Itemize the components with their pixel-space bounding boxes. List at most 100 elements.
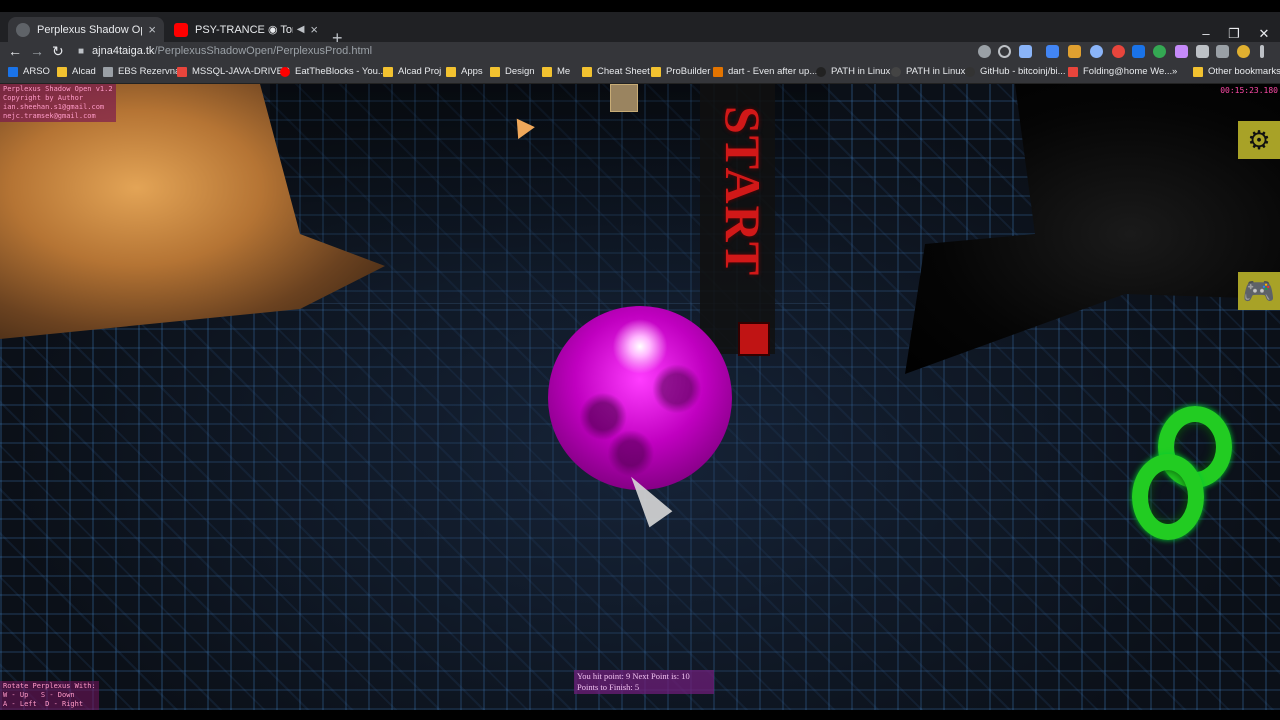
start-marker [738, 322, 770, 356]
folder-icon [651, 66, 661, 77]
media-icon[interactable] [1216, 45, 1229, 58]
void-backdrop [905, 84, 1280, 374]
bookmark-item[interactable]: ProBuilder [651, 66, 710, 77]
tab-strip: Perplexus Shadow Open 3D Web × PSY-TRANC… [0, 12, 1280, 48]
screen-bottom-border [0, 710, 1280, 720]
green-ring [1132, 454, 1204, 540]
gamepad-icon: 🎮 [1242, 275, 1276, 306]
folder-icon [490, 66, 500, 77]
screen-top-border [0, 0, 1280, 12]
star-icon[interactable] [1019, 45, 1032, 58]
tab-close-icon[interactable]: × [148, 22, 156, 37]
game-canvas[interactable]: START ⚙ 🎮 Perplexus Shadow Open v1.2 Cop… [0, 84, 1280, 710]
extension-icon[interactable] [1132, 45, 1145, 58]
bookmark-item[interactable]: Alcad [57, 66, 96, 77]
folder-icon [582, 66, 592, 77]
key-icon[interactable] [978, 45, 991, 58]
bookmark-item[interactable]: Me [542, 66, 570, 77]
site-icon [816, 66, 826, 77]
youtube-icon [280, 66, 290, 77]
bookmark-label: Other bookmarks [1208, 66, 1280, 77]
bookmark-label: Apps [461, 66, 483, 77]
other-bookmarks[interactable]: Other bookmarks [1193, 66, 1280, 77]
controls-button[interactable]: 🎮 [1238, 272, 1280, 310]
tab-close-icon[interactable]: × [310, 22, 318, 37]
game-timer: 00:15:23.180 [1220, 86, 1278, 95]
bookmark-label: ARSO [23, 66, 50, 77]
extension-icon[interactable] [1153, 45, 1166, 58]
credits-line: Perplexus Shadow Open v1.2 [3, 85, 113, 93]
puzzle-icon[interactable] [1196, 45, 1209, 58]
close-window-button[interactable]: ✕ [1254, 26, 1274, 42]
folding-icon [1068, 66, 1078, 77]
maze-tile [610, 84, 638, 112]
bookmark-label: ProBuilder [666, 66, 711, 77]
player-ball [548, 306, 732, 490]
folder-icon [57, 66, 67, 77]
folder-icon [542, 66, 552, 77]
bookmark-label: EBS Rezervna [118, 66, 181, 77]
back-button[interactable]: ← [8, 42, 22, 60]
zoom-icon[interactable] [998, 45, 1011, 58]
bookmark-item[interactable]: EBS Rezervna [103, 66, 180, 77]
bookmark-item[interactable]: MSSQL-JAVA-DRIVER [177, 66, 290, 77]
bookmark-item[interactable]: EatTheBlocks - You... [280, 66, 386, 77]
dart-icon [713, 66, 723, 77]
credits-line: Copyright by Author [3, 94, 84, 102]
help-line: W - Up S - Down [3, 691, 75, 699]
avatar[interactable] [1237, 45, 1250, 58]
audio-playing-icon[interactable]: ◀ [297, 24, 305, 35]
folder-icon [383, 66, 393, 77]
bookmark-item[interactable]: Apps [446, 66, 483, 77]
windows-icon [177, 66, 187, 77]
bookmark-label: Design [505, 66, 535, 77]
bookmark-label: MSSQL-JAVA-DRIVER [192, 66, 290, 77]
url-path: /PerplexusShadowOpen/PerplexusProd.html [154, 45, 373, 57]
bookmark-item[interactable]: dart - Even after up... [713, 66, 817, 77]
extension-icon[interactable] [1112, 45, 1125, 58]
browser-toolbar: ← → ↻ ■ ajna4taiga.tk /PerplexusShadowOp… [0, 42, 1280, 62]
url-host: ajna4taiga.tk [92, 45, 155, 57]
bookmark-label: EatTheBlocks - You... [295, 66, 386, 77]
settings-button[interactable]: ⚙ [1238, 121, 1280, 159]
tab-psy-trance[interactable]: PSY-TRANCE ◉ Tones And I ◀ × [166, 17, 326, 42]
extension-icon[interactable] [1068, 45, 1081, 58]
score-line: Points to Finish: 5 [577, 682, 640, 692]
globe-icon [16, 22, 30, 37]
start-sign: START [715, 106, 771, 278]
bookmark-item[interactable]: Alcad Proj [383, 66, 441, 77]
score-line: You hit point: 9 Next Point is: 10 [577, 671, 690, 681]
help-line: A - Left D - Right [3, 700, 84, 708]
bookmarks-bar: ARSO Alcad EBS Rezervna MSSQL-JAVA-DRIVE… [0, 62, 1280, 84]
forward-button[interactable]: → [30, 42, 44, 60]
bookmark-item[interactable]: GitHub - bitcoinj/bi... [965, 66, 1066, 77]
lock-icon[interactable]: ■ [78, 46, 84, 57]
controls-help: Rotate Perplexus With: W - Up S - Down A… [0, 681, 99, 710]
minimize-button[interactable]: – [1196, 26, 1216, 41]
bookmark-item[interactable]: PATH in Linux [891, 66, 965, 77]
maximize-button[interactable]: ❐ [1224, 26, 1244, 42]
bookmark-item[interactable]: Design [490, 66, 535, 77]
reload-button[interactable]: ↻ [52, 42, 64, 60]
bookmark-item[interactable]: Cheat Sheet [582, 66, 650, 77]
extension-icon[interactable] [1175, 45, 1188, 58]
bookmarks-overflow-button[interactable]: » [1172, 66, 1177, 77]
bookmark-item[interactable]: PATH in Linux [816, 66, 890, 77]
bookmark-label: Me [557, 66, 571, 77]
kebab-menu-icon[interactable] [1260, 45, 1264, 58]
bookmark-item[interactable]: ARSO [8, 66, 50, 77]
bookmark-label: PATH in Linux [831, 66, 891, 77]
extension-icon[interactable] [1046, 45, 1059, 58]
tab-perplexus[interactable]: Perplexus Shadow Open 3D Web × [8, 17, 164, 42]
bookmark-label: GitHub - bitcoinj/bi... [980, 66, 1066, 77]
credits-line: nejc.tramsek@gmail.com [3, 112, 96, 120]
extension-icon[interactable] [1090, 45, 1103, 58]
bookmark-label: Cheat Sheet [597, 66, 650, 77]
apps-icon [8, 66, 18, 77]
folder-icon [446, 66, 456, 77]
credits-panel: Perplexus Shadow Open v1.2 Copyright by … [0, 84, 116, 122]
gear-icon: ⚙ [1247, 124, 1271, 155]
score-panel: You hit point: 9 Next Point is: 10 Point… [574, 670, 714, 694]
bookmark-item[interactable]: Folding@home We... [1068, 66, 1172, 77]
youtube-icon [174, 22, 188, 37]
